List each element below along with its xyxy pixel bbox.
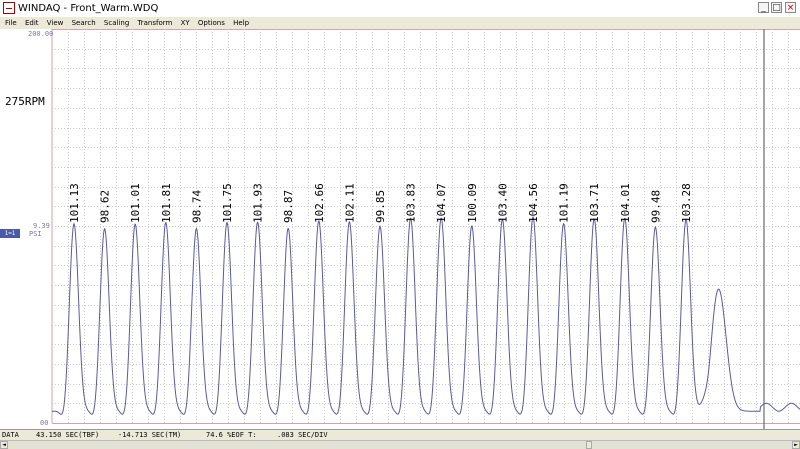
channel-badge[interactable]: 1=1 — [0, 229, 20, 238]
window-title: WINDAQ - Front_Warm.WDQ — [18, 3, 159, 14]
peak-label: 99.85 — [374, 190, 387, 223]
menu-file[interactable]: File — [2, 17, 20, 29]
peak-label: 103.83 — [405, 183, 418, 223]
peak-label: 102.11 — [343, 183, 356, 223]
peak-label: 98.87 — [282, 190, 295, 223]
peak-label: 104.56 — [527, 183, 540, 223]
rpm-label: 275RPM — [5, 95, 45, 108]
peak-label: 103.71 — [588, 183, 601, 223]
peak-label: 102.66 — [313, 183, 326, 223]
menu-bar: File Edit View Search Scaling Transform … — [0, 17, 800, 29]
y-axis-mid-label: 9.39 — [33, 222, 50, 230]
peak-label: 101.19 — [558, 183, 571, 223]
pressure-trace — [52, 215, 800, 415]
peak-label: 98.62 — [99, 190, 112, 223]
peak-label: 101.01 — [129, 183, 142, 223]
peak-label: 101.75 — [221, 183, 234, 223]
peak-label: 101.13 — [68, 183, 81, 223]
menu-options[interactable]: Options — [195, 17, 228, 29]
menu-search[interactable]: Search — [69, 17, 99, 29]
windaq-app-icon[interactable] — [3, 2, 15, 14]
menu-xy[interactable]: XY — [178, 17, 193, 29]
peak-label: 101.81 — [160, 183, 173, 223]
peak-label: 103.40 — [496, 183, 509, 223]
y-axis-top-label: 200.00 — [28, 30, 54, 38]
peak-label: 98.74 — [190, 190, 203, 223]
title-bar: WINDAQ - Front_Warm.WDQ _ □ × — [0, 0, 800, 18]
close-button[interactable]: × — [785, 2, 796, 13]
peak-label: 104.07 — [435, 183, 448, 223]
menu-edit[interactable]: Edit — [22, 17, 42, 29]
peak-labels: 101.13 98.62 101.01 101.81 98.74 101.75 101.93… — [68, 183, 693, 223]
y-axis-bottom-label: 00 — [40, 419, 49, 427]
menu-view[interactable]: View — [44, 17, 67, 29]
waveform-chart[interactable]: 101.13 98.62 101.01 101.81 98.74 101.75 101.93… — [0, 29, 800, 429]
peak-label: 104.01 — [619, 183, 632, 223]
peak-label: 100.09 — [466, 183, 479, 223]
peak-label: 101.93 — [252, 183, 265, 223]
grid — [51, 29, 800, 424]
waveform-plot-area[interactable]: 101.13 98.62 101.01 101.81 98.74 101.75 101.93… — [0, 29, 800, 429]
unit-label: PSI — [29, 230, 42, 238]
maximize-button[interactable]: □ — [771, 2, 782, 13]
menu-scaling[interactable]: Scaling — [101, 17, 132, 29]
menu-help[interactable]: Help — [230, 17, 252, 29]
peak-label: 99.48 — [649, 190, 662, 223]
menu-transform[interactable]: Transform — [135, 17, 176, 29]
peak-label: 103.28 — [680, 183, 693, 223]
minimize-button[interactable]: _ — [758, 2, 769, 13]
